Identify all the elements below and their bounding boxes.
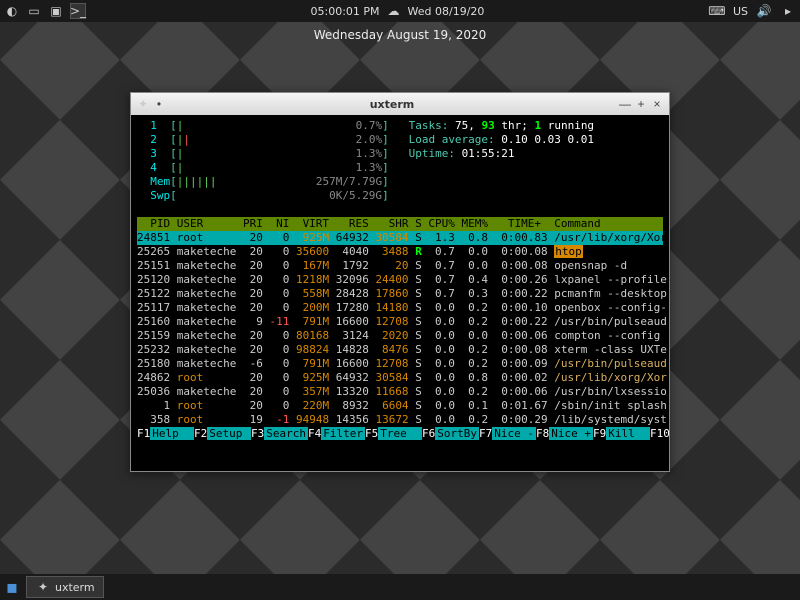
terminal-window: ✦ • uxterm — + × 1 [| 0.7%] Tasks: 75, 9…	[130, 92, 670, 472]
bottom-taskbar: ▪ ✦ uxterm	[0, 574, 800, 600]
clock-date: Wed 08/19/20	[408, 5, 485, 18]
clock-time: 05:00:01 PM	[311, 5, 380, 18]
tray-arrow-icon[interactable]: ▸	[780, 3, 796, 19]
keyboard-icon[interactable]: ⌨	[709, 3, 725, 19]
taskbar-app-uxterm[interactable]: ✦ uxterm	[26, 576, 104, 598]
taskbar-app-label: uxterm	[55, 581, 95, 594]
keyboard-layout[interactable]: US	[733, 5, 748, 18]
window-titlebar[interactable]: ✦ • uxterm — + ×	[131, 93, 669, 115]
window-icon: ✦	[135, 96, 151, 112]
volume-icon[interactable]: 🔊	[756, 3, 772, 19]
maximize-button[interactable]: +	[633, 96, 649, 112]
browser-icon[interactable]: ▣	[48, 3, 64, 19]
terminal-content[interactable]: 1 [| 0.7%] Tasks: 75, 93 thr; 1 running …	[131, 115, 669, 471]
desktop-date-label: Wednesday August 19, 2020	[0, 28, 800, 42]
terminal-launcher-icon[interactable]: >_	[70, 3, 86, 19]
show-desktop-icon[interactable]: ▪	[4, 579, 20, 595]
top-panel: ◐ ▭ ▣ >_ 05:00:01 PM ☁ Wed 08/19/20 ⌨ US…	[0, 0, 800, 22]
files-icon[interactable]: ▭	[26, 3, 42, 19]
menu-icon[interactable]: ◐	[4, 3, 20, 19]
close-button[interactable]: ×	[649, 96, 665, 112]
window-pin-button[interactable]: •	[151, 96, 167, 112]
window-title: uxterm	[167, 98, 617, 111]
uxterm-task-icon: ✦	[35, 579, 51, 595]
weather-icon: ☁	[386, 3, 402, 19]
minimize-button[interactable]: —	[617, 96, 633, 112]
